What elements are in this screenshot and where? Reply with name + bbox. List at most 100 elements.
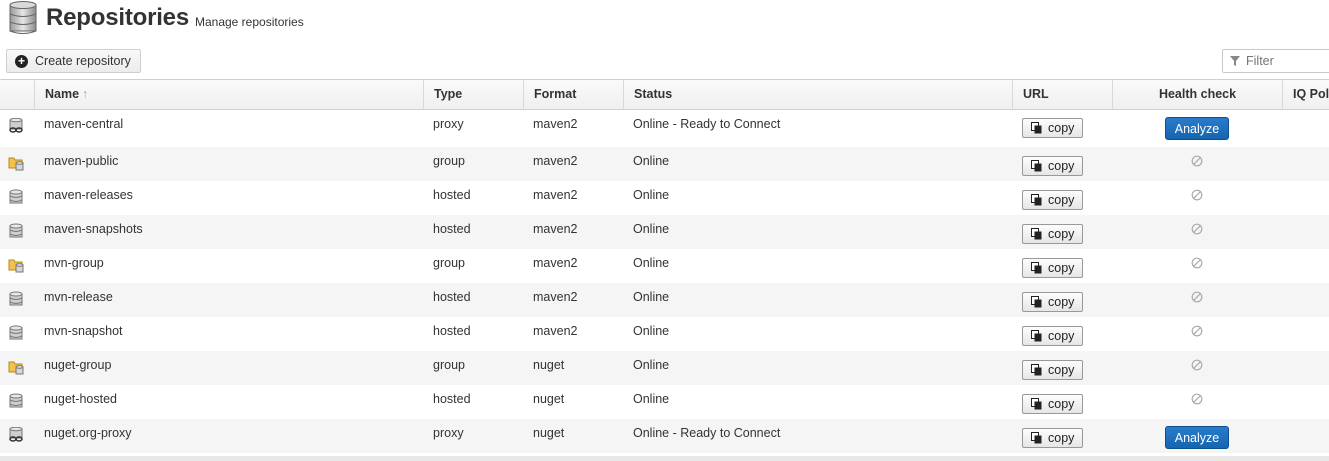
repo-status: Online [633,290,670,304]
copy-label: copy [1048,193,1075,207]
create-repository-label: Create repository [35,54,131,68]
repo-type: hosted [433,324,471,338]
copy-label: copy [1048,261,1075,275]
repo-format: maven2 [533,188,578,202]
column-iq-policy-label: IQ Poli [1293,87,1329,101]
table-row-mvn-release[interactable]: mvn-release hosted maven2 Online copy [0,283,1329,317]
table-row-nuget-group[interactable]: nuget-group group nuget Online copy [0,351,1329,385]
copy-url-button[interactable]: copy [1022,428,1083,448]
repo-name: maven-snapshots [44,222,143,236]
health-check-unavailable-icon [1191,257,1203,269]
column-url-label: URL [1023,87,1049,101]
copy-label: copy [1048,329,1075,343]
group-repository-icon-graphic [8,259,24,273]
repo-status: Online [633,324,670,338]
repo-name: maven-central [44,117,124,131]
copy-icon [1031,330,1042,342]
copy-url-button[interactable]: copy [1022,118,1083,138]
column-iq-policy[interactable]: IQ Poli [1282,80,1329,109]
repo-name: maven-public [44,154,119,168]
proxy-repository-icon-graphic [9,426,23,442]
copy-url-button[interactable]: copy [1022,360,1083,380]
filter-field[interactable] [1222,49,1329,73]
table-row-mvn-snapshot[interactable]: mvn-snapshot hosted maven2 Online copy [0,317,1329,351]
table-row-nuget-hosted[interactable]: nuget-hosted hosted nuget Online copy [0,385,1329,419]
hosted-repository-icon-graphic [9,291,23,306]
column-type[interactable]: Type [423,80,523,109]
copy-url-button[interactable]: copy [1022,156,1083,176]
copy-url-button[interactable]: copy [1022,258,1083,278]
repo-format: maven2 [533,256,578,270]
table-row-maven-public[interactable]: maven-public group maven2 Online copy [0,147,1329,181]
repo-type: group [433,256,465,270]
analyze-button[interactable]: Analyze [1165,117,1229,140]
table-row-nuget.org-proxy[interactable]: nuget.org-proxy proxy nuget Online - Rea… [0,419,1329,453]
column-url[interactable]: URL [1012,80,1112,109]
group-repository-icon-graphic [8,157,24,171]
copy-url-button[interactable]: copy [1022,190,1083,210]
hosted-repository-icon [8,189,24,205]
repo-name: nuget-hosted [44,392,117,406]
column-name[interactable]: Name ↑ [34,80,423,109]
group-repository-icon-graphic [8,361,24,375]
copy-url-button[interactable]: copy [1022,224,1083,244]
copy-url-button[interactable]: copy [1022,326,1083,346]
table-row-maven-central[interactable]: maven-central proxy maven2 Online - Read… [0,110,1329,147]
toolbar: + Create repository [0,47,1329,79]
analyze-button[interactable]: Analyze [1165,426,1229,449]
column-status-label: Status [634,87,673,101]
copy-label: copy [1048,159,1075,173]
create-repository-button[interactable]: + Create repository [6,49,141,73]
plus-circle-icon: + [15,54,28,68]
repo-format: nuget [533,358,565,372]
column-health-check[interactable]: Health check [1112,80,1282,109]
health-check-unavailable-icon [1191,189,1203,201]
filter-input[interactable] [1246,54,1329,68]
repo-name: nuget-group [44,358,112,372]
repo-format: maven2 [533,324,578,338]
copy-icon [1031,122,1042,134]
horizontal-scrollbar[interactable] [0,456,1329,461]
copy-icon [1031,296,1042,308]
column-name-label: Name [45,87,80,101]
copy-icon [1031,228,1042,240]
grid-body: maven-central proxy maven2 Online - Read… [0,110,1329,453]
repo-name: mvn-group [44,256,104,270]
column-format[interactable]: Format [523,80,623,109]
repo-type: proxy [433,117,464,131]
table-row-mvn-group[interactable]: mvn-group group maven2 Online copy [0,249,1329,283]
repositories-grid: Name ↑ Type Format Status URL Health chec… [0,79,1329,453]
copy-label: copy [1048,227,1075,241]
copy-label: copy [1048,397,1075,411]
hosted-repository-icon-graphic [9,393,23,408]
table-row-maven-snapshots[interactable]: maven-snapshots hosted maven2 Online cop… [0,215,1329,249]
hosted-repository-icon [8,291,24,307]
proxy-repository-icon [8,426,24,443]
table-row-maven-releases[interactable]: maven-releases hosted maven2 Online copy [0,181,1329,215]
column-status[interactable]: Status [623,80,1012,109]
grid-header: Name ↑ Type Format Status URL Health chec… [0,79,1329,110]
copy-url-button[interactable]: copy [1022,394,1083,414]
repo-format: maven2 [533,117,578,131]
copy-url-button[interactable]: copy [1022,292,1083,312]
repo-type: group [433,358,465,372]
copy-icon [1031,364,1042,376]
repo-status: Online [633,154,670,168]
proxy-repository-icon [8,117,24,134]
repo-type: proxy [433,426,464,440]
repo-name: mvn-snapshot [44,324,123,338]
health-check-unavailable-icon [1191,325,1203,337]
copy-icon [1031,160,1042,172]
repo-type: hosted [433,290,471,304]
column-health-check-label: Health check [1158,87,1237,101]
health-check-unavailable-icon [1191,291,1203,303]
repo-format: nuget [533,426,565,440]
column-icon [0,80,34,109]
repo-format: maven2 [533,154,578,168]
health-check-unavailable-icon [1191,359,1203,371]
column-format-label: Format [534,87,577,101]
copy-icon [1031,194,1042,206]
repo-type: hosted [433,188,471,202]
hosted-repository-icon-graphic [9,223,23,238]
page-subtitle: Manage repositories [194,15,304,29]
